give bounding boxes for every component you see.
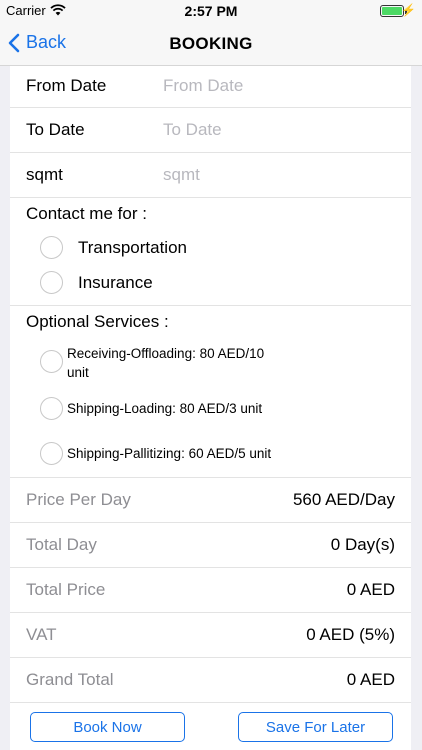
contact-section: Contact me for : Transportation Insuranc… (10, 198, 411, 306)
sqmt-row: sqmt (10, 153, 411, 198)
to-date-field[interactable] (163, 120, 393, 140)
service-option-receiving-offloading[interactable]: Receiving-Offloading: 80 AED/10 unit (40, 344, 264, 382)
service-label: Shipping-Loading: 80 AED/3 unit (67, 401, 263, 416)
contact-section-title: Contact me for : (26, 204, 147, 223)
booking-form-card: From Date To Date sqmt Contact me for : … (10, 66, 411, 750)
book-now-button[interactable]: Book Now (30, 712, 185, 742)
vat-value: 0 AED (5%) (306, 625, 395, 644)
service-option-shipping-loading[interactable]: Shipping-Loading: 80 AED/3 unit (40, 397, 262, 420)
vat-row: VAT 0 AED (5%) (10, 613, 411, 658)
total-day-label: Total Day (26, 535, 97, 554)
price-per-day-label: Price Per Day (26, 490, 131, 509)
radio-label: Transportation (78, 237, 187, 257)
grand-total-label: Grand Total (26, 670, 114, 689)
radio-button[interactable] (40, 350, 63, 373)
price-per-day-value: 560 AED/Day (292, 490, 395, 509)
from-date-field[interactable] (163, 76, 393, 96)
service-label-line-1: Receiving-Offloading: 80 AED/10 (67, 346, 265, 361)
optional-services-section: Optional Services : Receiving-Offloading… (10, 306, 411, 478)
total-price-row: Total Price 0 AED (10, 568, 411, 613)
total-price-value: 0 AED (346, 580, 395, 599)
navigation-bar: Back BOOKING (0, 22, 422, 66)
from-date-label: From Date (26, 76, 107, 95)
sqmt-field[interactable] (163, 165, 393, 185)
to-date-row: To Date (10, 108, 411, 153)
radio-option-insurance[interactable]: Insurance (40, 271, 153, 294)
status-time: 2:57 PM (184, 3, 238, 19)
to-date-label: To Date (26, 120, 85, 139)
radio-button[interactable] (40, 236, 63, 259)
page-title: BOOKING (169, 34, 253, 53)
service-label-line-2: unit (67, 365, 89, 380)
service-option-shipping-pallitizing[interactable]: Shipping-Pallitizing: 60 AED/5 unit (40, 442, 271, 465)
radio-button[interactable] (40, 442, 63, 465)
total-price-label: Total Price (26, 580, 106, 599)
from-date-row: From Date (10, 66, 411, 108)
vat-label: VAT (26, 625, 57, 644)
sqmt-label: sqmt (26, 165, 63, 184)
grand-total-value: 0 AED (346, 670, 395, 689)
radio-button[interactable] (40, 397, 63, 420)
service-label: Receiving-Offloading: 80 AED/10 unit (67, 344, 264, 382)
grand-total-row: Grand Total 0 AED (10, 658, 411, 703)
save-for-later-button[interactable]: Save For Later (238, 712, 393, 742)
radio-button[interactable] (40, 271, 63, 294)
total-day-value: 0 Day(s) (330, 535, 395, 554)
radio-label: Insurance (78, 272, 153, 292)
optional-services-title: Optional Services : (26, 312, 169, 331)
service-label: Shipping-Pallitizing: 60 AED/5 unit (67, 446, 272, 461)
booking-form-scroll[interactable]: From Date To Date sqmt Contact me for : … (0, 66, 422, 750)
total-day-row: Total Day 0 Day(s) (10, 523, 411, 568)
status-bar: Carrier 2:57 PM ⚡ (0, 0, 422, 22)
radio-option-transportation[interactable]: Transportation (40, 236, 187, 259)
price-per-day-row: Price Per Day 560 AED/Day (10, 478, 411, 523)
charging-bolt-icon: ⚡ (401, 3, 416, 17)
